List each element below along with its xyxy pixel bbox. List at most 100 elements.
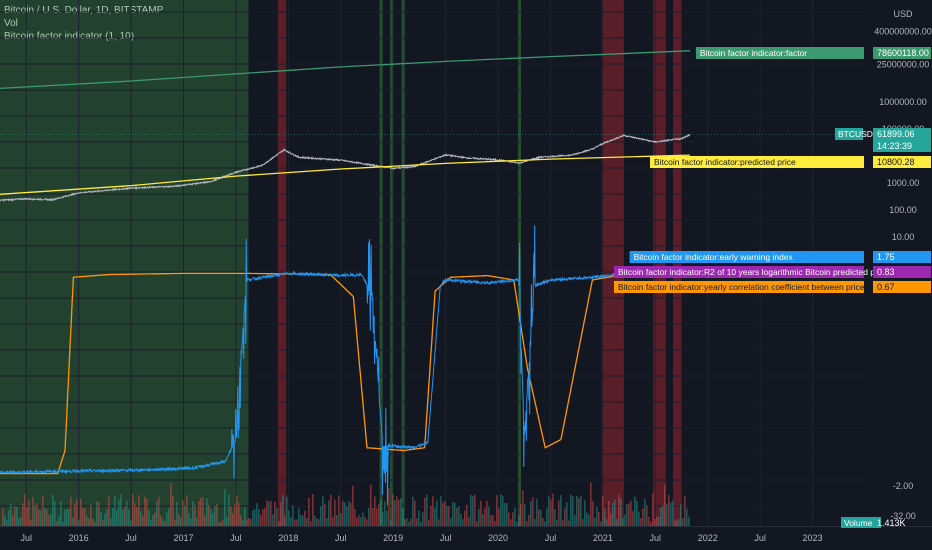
volume-bar (454, 502, 456, 526)
volume-bar (436, 500, 438, 526)
volume-bar (52, 494, 54, 526)
price-tick-label: 10.00 (892, 232, 915, 242)
volume-bar (202, 497, 204, 526)
volume-bar (406, 518, 408, 526)
volume-bar (132, 494, 134, 526)
volume-bar (242, 520, 244, 526)
volume-bar (434, 507, 436, 526)
volume-bar (682, 518, 684, 526)
volume-bar (526, 521, 528, 526)
volume-bar (546, 508, 548, 526)
volume-bar (396, 496, 398, 526)
volume-bar (282, 494, 284, 526)
volume-bar (224, 489, 226, 526)
volume-bar (140, 511, 142, 526)
volume-bar (204, 515, 206, 526)
volume-bar (568, 520, 570, 526)
volume-bar (238, 502, 240, 526)
volume-bar (124, 506, 126, 526)
price-tick-label: 1000.00 (887, 178, 920, 188)
time-tick-label: Jul (125, 533, 137, 543)
volume-bar (390, 519, 392, 526)
volume-bar (590, 482, 592, 526)
volume-bar (478, 508, 480, 526)
volume-bar (602, 496, 604, 526)
volume-bar (174, 519, 176, 526)
volume-bar (518, 515, 520, 526)
volume-bar (530, 501, 532, 526)
volume-bar (162, 518, 164, 526)
volume-bar (332, 517, 334, 526)
volume-bar (80, 498, 82, 526)
volume-bar (56, 521, 58, 526)
volume-bar (606, 519, 608, 526)
price-tick-label: 100.00 (889, 205, 917, 215)
volume-bar (422, 512, 424, 526)
volume-bar (302, 515, 304, 526)
volume-bar (492, 514, 494, 526)
volume-bar (504, 503, 506, 526)
volume-bar (200, 497, 202, 526)
time-tick-label: 2023 (803, 533, 823, 543)
volume-bar (604, 508, 606, 526)
volume-bar (116, 510, 118, 526)
price-tick-label: 25000000.00 (877, 59, 930, 69)
volume-bar (28, 500, 30, 526)
volume-bar (66, 509, 68, 526)
volume-bar (626, 504, 628, 526)
volume-bar (574, 514, 576, 526)
time-tick-label: 2020 (488, 533, 508, 543)
volume-bar (674, 519, 676, 526)
volume-bar (308, 497, 310, 526)
volume-bar (342, 500, 344, 526)
volume-bar (312, 494, 314, 526)
time-tick-label: Jul (545, 533, 557, 543)
volume-bar (656, 516, 658, 526)
factor-label-value: 78600118.00 (877, 48, 929, 58)
volume-bar (476, 521, 478, 526)
time-tick-label: 2016 (69, 533, 89, 543)
volume-bar (154, 512, 156, 526)
volume-bar (482, 513, 484, 526)
volume-bar (536, 498, 538, 526)
volume-bar (104, 513, 106, 526)
volume-bar (32, 497, 34, 526)
volume-bar (270, 500, 272, 526)
volume-bar (460, 513, 462, 526)
volume-bar (424, 497, 426, 526)
volume-bar (230, 506, 232, 526)
volume-bar (450, 518, 452, 526)
price-chart[interactable]: USD 400000000.00 25000000.00 1000000.00 1000… (0, 0, 932, 550)
volume-bar (548, 495, 550, 526)
volume-bar (278, 521, 280, 526)
factor-label-name: Bitcoin factor indicator:factor (700, 48, 807, 58)
volume-bar (128, 509, 130, 526)
volume-bar (582, 519, 584, 526)
volume-bar (464, 510, 466, 526)
volume-bar (370, 484, 372, 526)
volume-bar (92, 518, 94, 526)
volume-bar (330, 494, 332, 526)
volume-bar (226, 517, 228, 526)
volume-bar (542, 518, 544, 526)
volume-bar (344, 502, 346, 526)
volume-bar (366, 519, 368, 526)
volume-bar (630, 500, 632, 526)
volume-bar (522, 489, 524, 526)
volume-bar (148, 510, 150, 526)
time-tick-label: Jul (754, 533, 766, 543)
volume-bar (684, 495, 686, 526)
volume-bar (352, 485, 354, 526)
volume-bar (610, 513, 612, 526)
time-tick-label: 2019 (383, 533, 403, 543)
warning-label-name: Bitcoin factor indicator:early warning i… (634, 252, 794, 262)
volume-bar (668, 494, 670, 526)
correlation-label-name: Bitcoin factor indicator:yearly correlat… (618, 282, 905, 292)
volume-bar (660, 507, 662, 526)
volume-bar (444, 500, 446, 526)
volume-bar (410, 518, 412, 526)
volume-bar (158, 496, 160, 526)
volume-bar (634, 496, 636, 526)
volume-bar (320, 506, 322, 526)
volume-bar (218, 521, 220, 526)
